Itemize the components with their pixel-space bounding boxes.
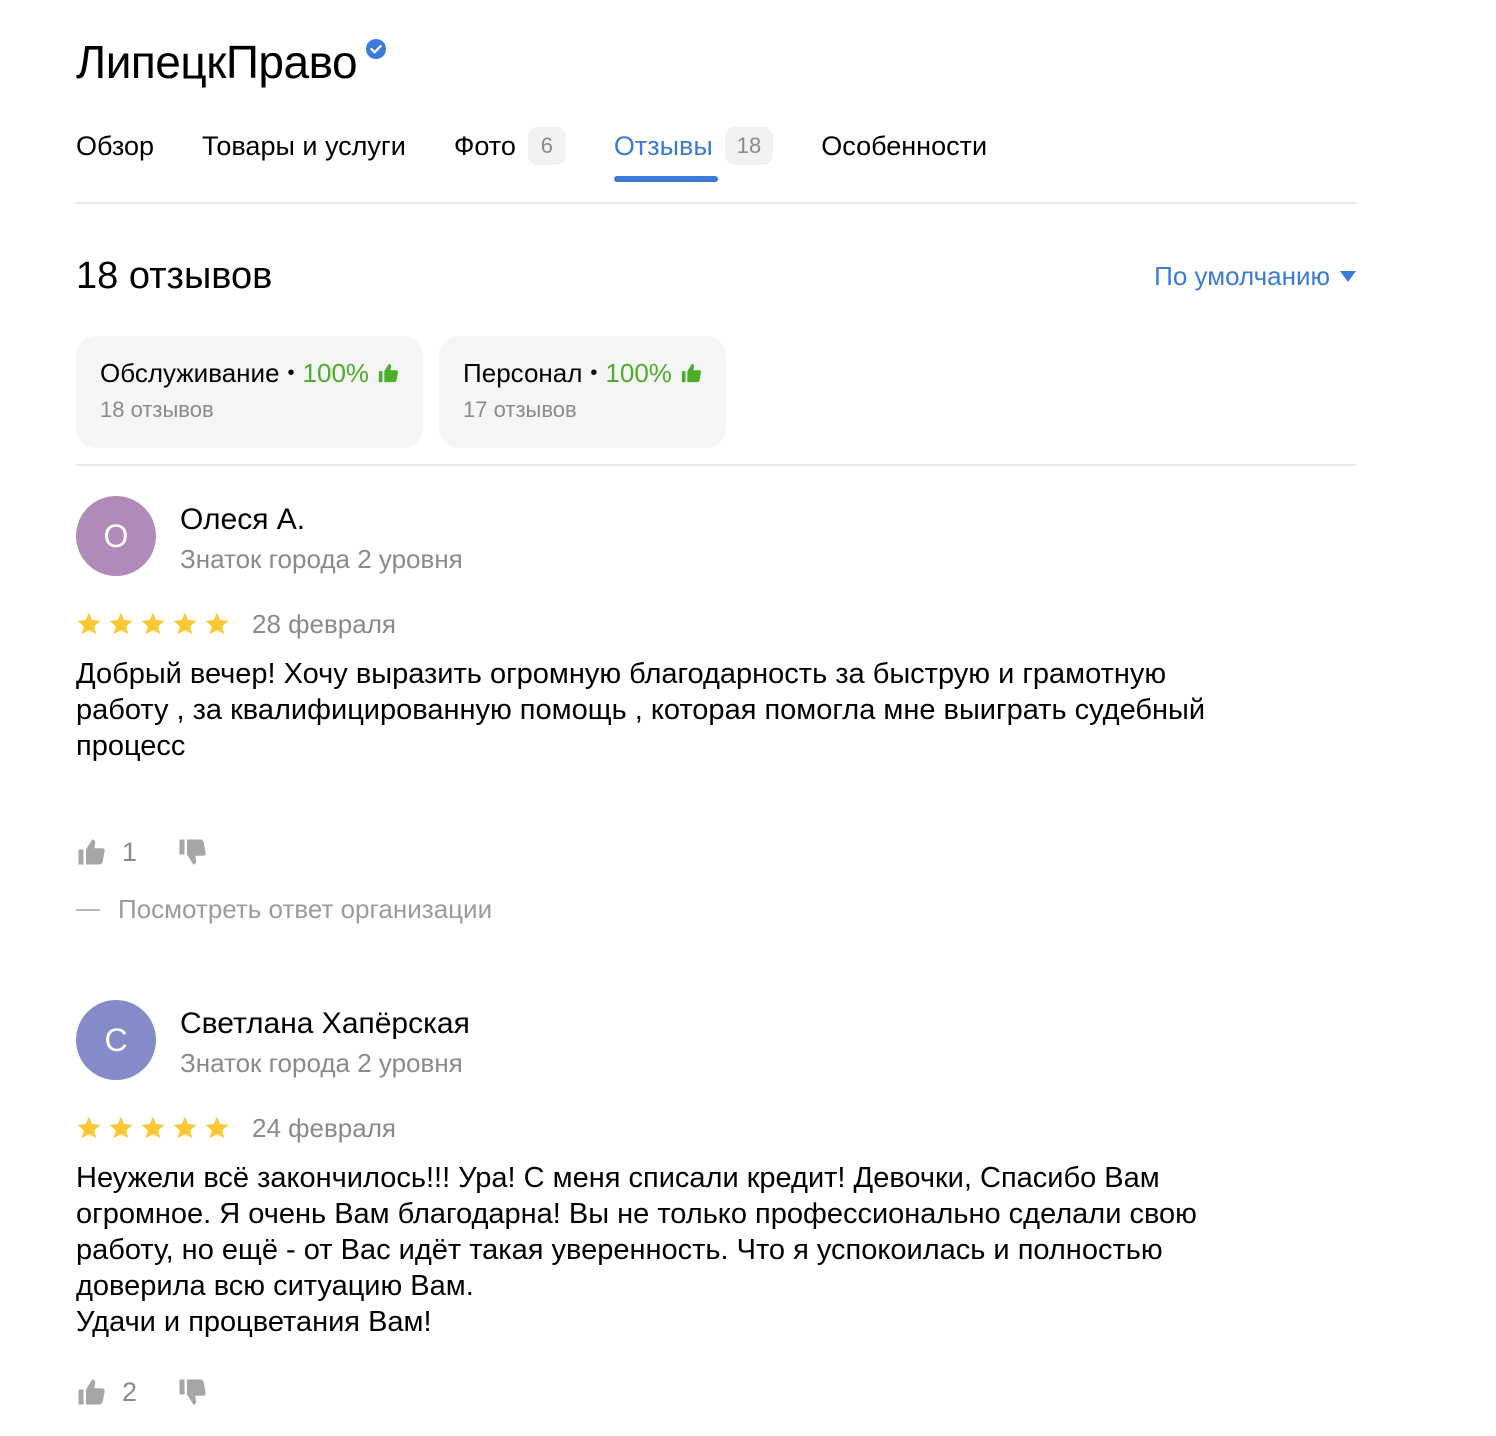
aspect-filters: Обслуживание • 100% 18 отзывов Персонал … [76, 336, 726, 448]
tab-label: Обзор [76, 130, 154, 161]
separator-dot: • [287, 362, 295, 384]
review-reactions: 1 [76, 832, 207, 872]
tab-label: Фото [453, 130, 516, 161]
review-date: 28 февраля [252, 608, 396, 639]
divider [76, 202, 1356, 204]
thumbs-up-icon [378, 363, 399, 383]
like-count: 2 [122, 1376, 138, 1407]
review-text: Неужели всё закончилось!!! Ура! С меня с… [76, 1162, 1197, 1338]
sort-label: По умолчанию [1154, 261, 1330, 291]
thumbs-up-icon [78, 1379, 105, 1405]
review-date: 24 февраля [252, 1112, 396, 1143]
tab-label: Отзывы [613, 130, 713, 161]
like-button[interactable]: 2 [76, 1377, 137, 1408]
divider [76, 464, 1356, 466]
caret-down-icon [1340, 270, 1356, 282]
tab-features[interactable]: Особенности [821, 124, 987, 168]
tab-label: Особенности [821, 130, 988, 161]
dislike-button[interactable] [177, 1377, 207, 1407]
review-reactions: 2 [76, 1372, 207, 1412]
star-icon [141, 1116, 165, 1139]
star-icon [77, 612, 101, 635]
star-icon [205, 1116, 229, 1139]
tab-goods-services[interactable]: Товары и услуги [202, 124, 406, 168]
rating-row: 24 февраля [76, 1110, 396, 1146]
dislike-button[interactable] [177, 837, 207, 867]
avatar[interactable]: О [76, 496, 156, 576]
aspect-name: Персонал [463, 358, 583, 388]
star-icon [173, 1116, 197, 1139]
star-icon [109, 612, 133, 635]
sort-dropdown[interactable]: По умолчанию [1154, 258, 1356, 294]
like-count: 1 [122, 836, 138, 867]
author-name[interactable]: Светлана Хапёрская [180, 1004, 470, 1044]
aspect-name: Обслуживание [100, 358, 280, 388]
tab-label: Товары и услуги [201, 130, 406, 161]
like-button[interactable]: 1 [76, 837, 137, 868]
star-icon [109, 1116, 133, 1139]
org-title: ЛипецкПраво [76, 34, 387, 90]
thumbs-up-icon [78, 839, 105, 865]
show-org-answer-link[interactable]: Посмотреть ответ организации [76, 894, 492, 925]
verified-badge-icon [366, 39, 387, 59]
aspect-card-staff[interactable]: Персонал • 100% 17 отзывов [439, 336, 726, 448]
avatar[interactable]: С [76, 1000, 156, 1080]
tab-overview[interactable]: Обзор [76, 124, 154, 168]
rating-row: 28 февраля [76, 606, 396, 642]
dash-line [76, 908, 100, 911]
star-rating [76, 1115, 230, 1141]
aspect-title-row: Обслуживание • 100% [100, 354, 399, 392]
author-level: Знаток города 2 уровня [180, 544, 463, 574]
star-icon [141, 612, 165, 635]
tab-count-badge: 18 [724, 127, 774, 165]
author-name[interactable]: Олеся А. [180, 500, 305, 540]
aspect-reviews-count: 18 отзывов [100, 397, 214, 422]
thumbs-up-icon [681, 363, 701, 383]
aspect-percent: 100% [605, 358, 672, 388]
reviews-count-heading: 18 отзывов [76, 255, 273, 297]
aspect-percent: 100% [302, 358, 370, 388]
separator-dot: • [590, 362, 598, 384]
org-tabs: Обзор Товары и услуги Фото 6 Отзывы 18 О… [76, 124, 1035, 184]
thumbs-down-icon [179, 1379, 206, 1405]
org-answer-label: Посмотреть ответ организации [118, 894, 493, 924]
review-text: Добрый вечер! Хочу выразить огромную бла… [76, 658, 1206, 762]
tab-count-badge: 6 [527, 127, 566, 165]
aspect-card-service[interactable]: Обслуживание • 100% 18 отзывов [76, 336, 424, 448]
tab-photos[interactable]: Фото 6 [454, 124, 566, 168]
author-level: Знаток города 2 уровня [180, 1048, 463, 1078]
star-rating [76, 611, 230, 637]
org-name: ЛипецкПраво [76, 36, 358, 88]
tab-reviews[interactable]: Отзывы 18 [613, 124, 774, 182]
thumbs-down-icon [179, 839, 206, 865]
star-icon [205, 612, 229, 635]
star-icon [173, 612, 197, 635]
aspect-title-row: Персонал • 100% [463, 354, 702, 392]
star-icon [77, 1116, 101, 1139]
aspect-reviews-count: 17 отзывов [463, 397, 577, 422]
